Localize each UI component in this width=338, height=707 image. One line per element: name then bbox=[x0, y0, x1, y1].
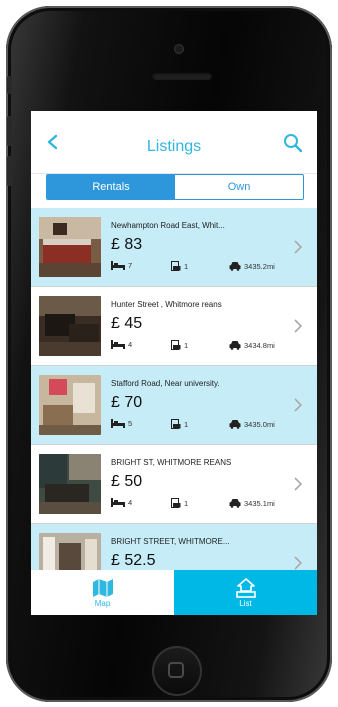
listings-list: Newhampton Road East, Whit... £ 83 7 1 3… bbox=[31, 208, 317, 570]
front-camera bbox=[174, 44, 184, 54]
bath-count: 1 bbox=[184, 261, 189, 271]
listing-row[interactable]: BRIGHT STREET, WHITMORE... £ 52.5 bbox=[31, 524, 317, 570]
bed-count: 7 bbox=[128, 261, 133, 270]
chevron-right-icon bbox=[294, 398, 303, 412]
listing-price: £ 83 bbox=[111, 236, 143, 253]
distance: 3435.2mi bbox=[244, 261, 275, 271]
listing-photo bbox=[39, 454, 101, 514]
bath-icon bbox=[171, 498, 181, 508]
distance: 3434.8mi bbox=[244, 340, 275, 350]
listing-address: BRIGHT STREET, WHITMORE... bbox=[111, 537, 230, 546]
volume-down-button bbox=[7, 156, 12, 186]
chevron-right-icon bbox=[294, 319, 303, 333]
listing-meta: 5 1 3435.0mi bbox=[111, 419, 291, 433]
mute-switch bbox=[7, 76, 12, 94]
chevron-right-icon bbox=[294, 477, 303, 491]
bed-icon bbox=[111, 498, 125, 507]
bath-icon bbox=[171, 261, 181, 271]
volume-up-button bbox=[7, 116, 12, 146]
listing-meta: 4 1 3434.8mi bbox=[111, 340, 291, 354]
listing-row[interactable]: Hunter Street , Whitmore reans £ 45 4 1 … bbox=[31, 287, 317, 366]
tab-bar: Map List bbox=[31, 570, 317, 615]
bath-count: 1 bbox=[184, 419, 189, 429]
listing-photo bbox=[39, 375, 101, 435]
tab-list[interactable]: List bbox=[174, 570, 317, 615]
bath-icon bbox=[171, 419, 181, 429]
listing-price: £ 45 bbox=[111, 315, 143, 332]
bed-count: 5 bbox=[128, 419, 133, 428]
listing-meta: 7 1 3435.2mi bbox=[111, 261, 291, 275]
chevron-right-icon bbox=[294, 556, 303, 570]
car-icon bbox=[229, 499, 241, 508]
listing-address: BRIGHT ST, WHITMORE REANS bbox=[111, 458, 232, 467]
segment-rentals[interactable]: Rentals bbox=[47, 175, 175, 199]
listing-address: Stafford Road, Near university. bbox=[111, 379, 220, 388]
bed-icon bbox=[111, 261, 125, 270]
listing-photo bbox=[39, 217, 101, 277]
bed-count: 4 bbox=[128, 340, 133, 349]
map-icon bbox=[92, 578, 113, 597]
segment-own[interactable]: Own bbox=[175, 175, 303, 199]
chevron-right-icon bbox=[294, 240, 303, 254]
search-icon[interactable] bbox=[283, 133, 303, 153]
bath-count: 1 bbox=[184, 340, 189, 350]
listing-photo bbox=[39, 296, 101, 356]
listing-photo bbox=[39, 533, 101, 570]
page-title: Listings bbox=[146, 138, 202, 155]
distance: 3435.0mi bbox=[244, 419, 275, 429]
car-icon bbox=[229, 341, 241, 350]
app-screen: Listings Rentals Own Newhampton Road Eas… bbox=[31, 111, 317, 615]
bed-icon bbox=[111, 419, 125, 428]
listing-price: £ 52.5 bbox=[111, 552, 156, 569]
tab-map-label: Map bbox=[94, 598, 111, 608]
listing-row[interactable]: Stafford Road, Near university. £ 70 5 1… bbox=[31, 366, 317, 445]
listing-row[interactable]: Newhampton Road East, Whit... £ 83 7 1 3… bbox=[31, 208, 317, 287]
segmented-control: Rentals Own bbox=[46, 174, 304, 200]
bed-count: 4 bbox=[128, 498, 133, 507]
listing-price: £ 50 bbox=[111, 473, 143, 490]
tab-map[interactable]: Map bbox=[31, 570, 174, 615]
distance: 3435.1mi bbox=[244, 498, 275, 508]
bath-icon bbox=[171, 340, 181, 350]
car-icon bbox=[229, 262, 241, 271]
car-icon bbox=[229, 420, 241, 429]
tab-list-label: List bbox=[239, 598, 252, 608]
listing-address: Hunter Street , Whitmore reans bbox=[111, 300, 222, 309]
listing-price: £ 70 bbox=[111, 394, 143, 411]
listing-row[interactable]: BRIGHT ST, WHITMORE REANS £ 50 4 1 3435.… bbox=[31, 445, 317, 524]
home-button[interactable] bbox=[152, 646, 202, 696]
bath-count: 1 bbox=[184, 498, 189, 508]
listing-address: Newhampton Road East, Whit... bbox=[111, 221, 225, 230]
navigation-bar: Listings Rentals Own bbox=[31, 111, 317, 200]
listing-meta: 4 1 3435.1mi bbox=[111, 498, 291, 512]
earpiece-speaker bbox=[152, 72, 212, 80]
bed-icon bbox=[111, 340, 125, 349]
list-house-icon bbox=[235, 577, 256, 598]
